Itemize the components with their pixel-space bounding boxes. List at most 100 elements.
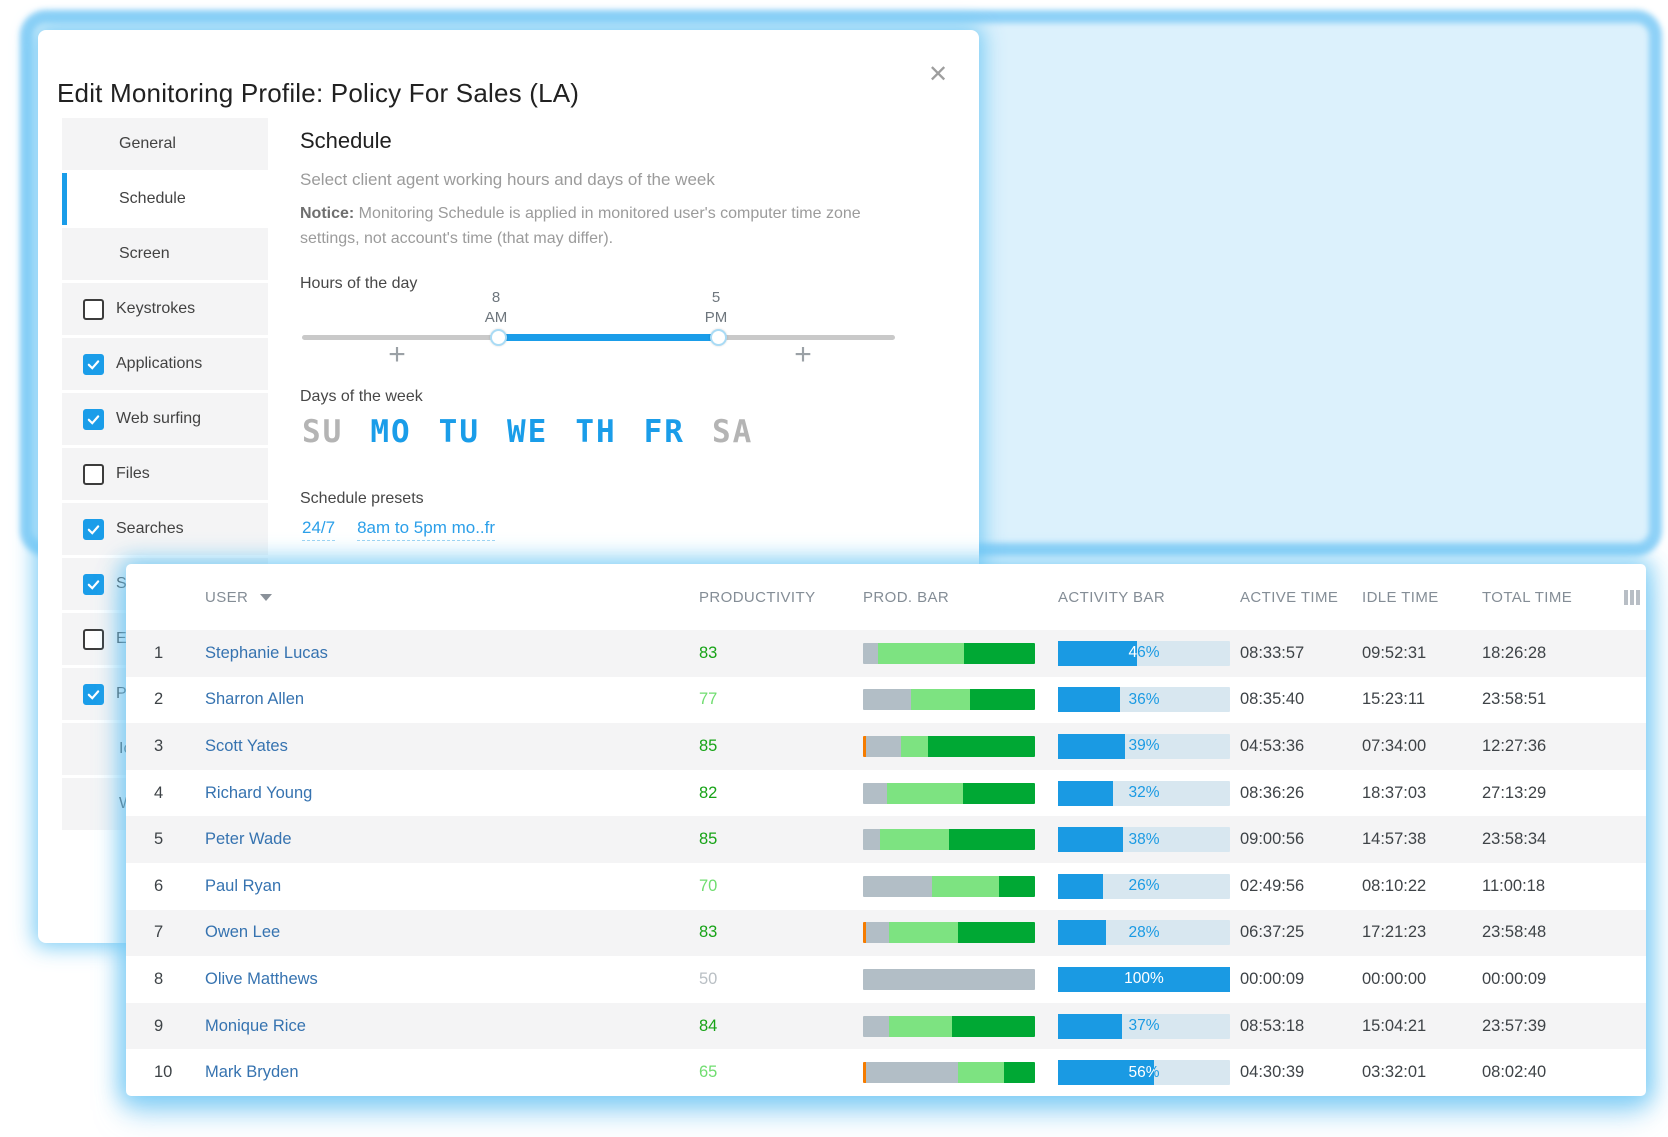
row-rank: 9 (148, 1003, 182, 1050)
user-name-link[interactable]: Mark Bryden (205, 1049, 299, 1096)
activity-label-overlay: 36% (1058, 687, 1120, 712)
checkbox-checked-icon[interactable] (83, 354, 104, 375)
activity-bar: 37%37% (1058, 1014, 1230, 1039)
day-toggle-tu[interactable]: TU (439, 414, 480, 450)
activity-bar: 56%56% (1058, 1060, 1230, 1085)
sidebar-item-label: Keystrokes (116, 300, 195, 318)
sidebar-item-web-surfing[interactable]: Web surfing (62, 393, 268, 445)
users-productivity-table: USER PRODUCTIVITY PROD. BAR ACTIVITY BAR… (126, 564, 1646, 1096)
productivity-value: 85 (699, 723, 717, 770)
checkbox-unchecked-icon[interactable] (83, 299, 104, 320)
slider-handle-start[interactable] (490, 329, 507, 346)
row-rank: 2 (148, 677, 182, 724)
column-header-idle-time[interactable]: IDLE TIME (1362, 564, 1439, 630)
total-time: 18:26:28 (1482, 630, 1546, 677)
close-icon[interactable]: ✕ (916, 52, 960, 96)
day-toggle-th[interactable]: TH (575, 414, 616, 450)
column-header-total-time[interactable]: TOTAL TIME (1482, 564, 1572, 630)
active-time: 04:30:39 (1240, 1049, 1304, 1096)
total-time: 23:58:34 (1482, 816, 1546, 863)
column-header-activity-bar[interactable]: ACTIVITY BAR (1058, 564, 1165, 630)
day-toggle-su[interactable]: SU (302, 414, 343, 450)
active-time: 09:00:56 (1240, 816, 1304, 863)
prod-bar-segment-dark (999, 876, 1035, 897)
user-name-link[interactable]: Richard Young (205, 770, 312, 817)
user-name-link[interactable]: Sharron Allen (205, 677, 304, 724)
activity-bar: 39%39% (1058, 734, 1230, 759)
activity-bar-cell: 32%32% (1058, 770, 1230, 817)
plus-icon-right[interactable]: + (788, 340, 818, 370)
user-name-link[interactable]: Paul Ryan (205, 863, 281, 910)
prod-bar-segment-dark (949, 829, 1035, 850)
total-time: 23:58:51 (1482, 677, 1546, 724)
activity-label-overlay: 28% (1058, 920, 1106, 945)
checkbox-checked-icon[interactable] (83, 409, 104, 430)
day-toggle-we[interactable]: WE (507, 414, 548, 450)
sidebar-item-keystrokes[interactable]: Keystrokes (62, 283, 268, 335)
notice-label: Notice: (300, 205, 354, 222)
checkbox-unchecked-icon[interactable] (83, 464, 104, 485)
prod-bar (863, 736, 1035, 757)
user-name-link[interactable]: Stephanie Lucas (205, 630, 328, 677)
prod-bar-segment-light (880, 829, 949, 850)
total-time: 00:00:09 (1482, 956, 1546, 1003)
prod-bar-segment-gray (863, 1016, 889, 1037)
sidebar-item-applications[interactable]: Applications (62, 338, 268, 390)
activity-bar: 32%32% (1058, 781, 1230, 806)
sidebar-item-general[interactable]: General (62, 118, 268, 170)
preset-link-8am-5pm[interactable]: 8am to 5pm mo..fr (357, 518, 495, 541)
sidebar-item-files[interactable]: Files (62, 448, 268, 500)
slider-end-label: 5 PM (686, 288, 746, 328)
total-time: 12:27:36 (1482, 723, 1546, 770)
prod-bar-segment-gray (866, 736, 900, 757)
idle-time: 03:32:01 (1362, 1049, 1426, 1096)
day-toggle-mo[interactable]: MO (370, 414, 411, 450)
productivity-value: 85 (699, 816, 717, 863)
user-name-link[interactable]: Monique Rice (205, 1003, 306, 1050)
preset-link-24-7[interactable]: 24/7 (302, 518, 335, 541)
activity-bar: 38%38% (1058, 827, 1230, 852)
table-row: 7Owen Lee8328%28%06:37:2517:21:2323:58:4… (126, 910, 1646, 957)
day-toggle-sa[interactable]: SA (712, 414, 753, 450)
sidebar-item-label: Searches (116, 520, 184, 538)
table-row: 6Paul Ryan7026%26%02:49:5608:10:2211:00:… (126, 863, 1646, 910)
user-name-link[interactable]: Scott Yates (205, 723, 288, 770)
activity-bar-cell: 46%46% (1058, 630, 1230, 677)
checkbox-checked-icon[interactable] (83, 574, 104, 595)
column-header-active-time[interactable]: ACTIVE TIME (1240, 564, 1338, 630)
user-name-link[interactable]: Owen Lee (205, 910, 280, 957)
activity-percent-label-white: 32% (1058, 781, 1113, 806)
column-header-user[interactable]: USER (205, 564, 272, 630)
checkbox-checked-icon[interactable] (83, 519, 104, 540)
column-header-prod-bar[interactable]: PROD. BAR (863, 564, 949, 630)
prod-bar (863, 1062, 1035, 1083)
activity-percent-label-white: 26% (1058, 874, 1103, 899)
sidebar-item-searches[interactable]: Searches (62, 503, 268, 555)
activity-bar-cell: 37%37% (1058, 1003, 1230, 1050)
day-toggle-fr[interactable]: FR (644, 414, 685, 450)
idle-time: 00:00:00 (1362, 956, 1426, 1003)
slider-handle-end[interactable] (710, 329, 727, 346)
prod-bar-segment-light (901, 736, 929, 757)
row-rank: 5 (148, 816, 182, 863)
total-time: 08:02:40 (1482, 1049, 1546, 1096)
user-name-link[interactable]: Peter Wade (205, 816, 292, 863)
schedule-presets-label: Schedule presets (300, 490, 424, 508)
table-row: 5Peter Wade8538%38%09:00:5614:57:3823:58… (126, 816, 1646, 863)
sidebar-item-screen[interactable]: Screen (62, 228, 268, 280)
checkbox-unchecked-icon[interactable] (83, 629, 104, 650)
checkbox-checked-icon[interactable] (83, 684, 104, 705)
idle-time: 15:04:21 (1362, 1003, 1426, 1050)
productivity-value: 82 (699, 770, 717, 817)
activity-percent-label-white: 37% (1058, 1014, 1122, 1039)
sidebar-item-schedule[interactable]: Schedule (62, 173, 268, 225)
idle-time: 09:52:31 (1362, 630, 1426, 677)
column-settings-icon[interactable] (1624, 590, 1640, 605)
prod-bar-cell (863, 723, 1035, 770)
idle-time: 18:37:03 (1362, 770, 1426, 817)
idle-time: 08:10:22 (1362, 863, 1426, 910)
column-header-productivity[interactable]: PRODUCTIVITY (699, 564, 815, 630)
prod-bar-segment-dark (963, 783, 1035, 804)
user-name-link[interactable]: Olive Matthews (205, 956, 318, 1003)
plus-icon-left[interactable]: + (382, 340, 412, 370)
